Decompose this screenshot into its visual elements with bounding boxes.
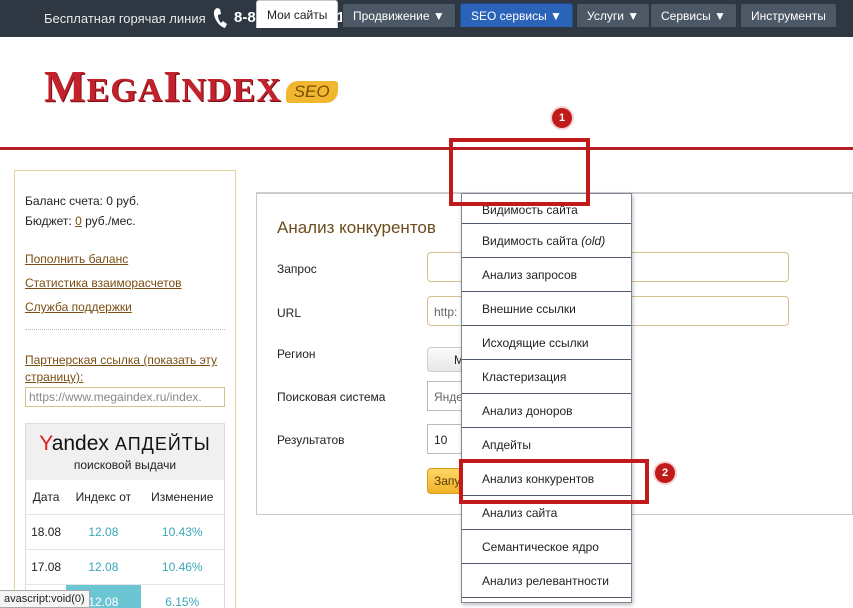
tab-services-paid[interactable]: Услуги ▼ (576, 3, 651, 27)
seo-services-dropdown: Видимость сайта Видимость сайта (old) Ан… (461, 193, 632, 603)
menu-item-semantic-core[interactable]: Семантическое ядро (462, 530, 631, 564)
hotline-label: Бесплатная горячая линия (44, 11, 206, 26)
table-row[interactable]: 17.08 12.08 10.46% (26, 549, 224, 585)
page-title: Анализ конкурентов (277, 218, 436, 237)
account-sidebar: Баланс счета: 0 руб. Бюджет: 0 руб./мес.… (14, 170, 236, 608)
partner-url-field[interactable]: https://www.megaindex.ru/index. (25, 387, 225, 407)
menu-item-donor-analysis[interactable]: Анализ доноров (462, 394, 631, 428)
support-link[interactable]: Служба поддержки (25, 300, 132, 314)
top-up-balance-link[interactable]: Пополнить баланс (25, 252, 128, 266)
tab-my-sites[interactable]: Мои сайты (256, 0, 339, 28)
settlements-stats-link[interactable]: Статистика взаиморасчетов (25, 276, 182, 290)
search-engine-label: Поисковая система (277, 390, 386, 404)
megaindex-logo[interactable]: MEGAINDEX SEO (44, 65, 338, 109)
yandex-updates-widget: Yandex АПДЕЙТЫ поисковой выдачи Дата Инд… (25, 423, 225, 608)
budget-text: Бюджет: 0 руб./мес. (25, 214, 136, 228)
url-label: URL (277, 306, 302, 320)
balance-text: Баланс счета: 0 руб. (25, 194, 140, 208)
col-index: Индекс от (66, 480, 141, 515)
yandex-updates-header: Yandex АПДЕЙТЫ поисковой выдачи (26, 424, 224, 480)
browser-status-bar: avascript:void(0) (0, 590, 90, 608)
tab-services[interactable]: Сервисы ▼ (650, 3, 737, 27)
logo-text: MEGAINDEX (44, 62, 282, 111)
annotation-badge-1: 1 (552, 108, 572, 128)
yandex-logo: Yandex АПДЕЙТЫ (39, 432, 211, 455)
menu-item-query-analysis[interactable]: Анализ запросов (462, 258, 631, 292)
col-change: Изменение (140, 480, 224, 515)
region-label: Регион (277, 347, 316, 361)
query-label: Запрос (277, 262, 317, 276)
annotation-box-1 (449, 138, 590, 206)
results-label: Результатов (277, 433, 345, 447)
annotation-box-2 (459, 459, 649, 504)
menu-item-relevance-analysis[interactable]: Анализ релевантности (462, 564, 631, 598)
phone-icon (213, 8, 227, 28)
logo-seo-badge: SEO (285, 81, 338, 103)
menu-item-updates[interactable]: Апдейты (462, 428, 631, 462)
menu-item-backlinks[interactable]: Внешние ссылки (462, 292, 631, 326)
annotation-badge-2: 2 (655, 463, 675, 483)
yandex-subtitle: поисковой выдачи (73, 458, 177, 472)
table-row[interactable]: 18.08 12.08 10.43% (26, 514, 224, 550)
menu-item-clustering[interactable]: Кластеризация (462, 360, 631, 394)
tab-seo-services[interactable]: SEO сервисы ▼ (460, 3, 573, 27)
yandex-updates-table: Дата Индекс от Изменение 18.08 12.08 10.… (26, 480, 224, 608)
menu-item-outgoing-links[interactable]: Исходящие ссылки (462, 326, 631, 360)
partner-link[interactable]: Партнерская ссылка (показать эту страниц… (25, 352, 225, 386)
col-date: Дата (26, 480, 67, 515)
tab-tools[interactable]: Инструменты (740, 3, 837, 27)
sidebar-divider (25, 329, 225, 330)
budget-value-link[interactable]: 0 (75, 214, 82, 228)
header: MEGAINDEX SEO (0, 37, 853, 150)
menu-item-site-visibility-old[interactable]: Видимость сайта (old) (462, 224, 631, 258)
tab-promotion[interactable]: Продвижение ▼ (342, 3, 456, 27)
